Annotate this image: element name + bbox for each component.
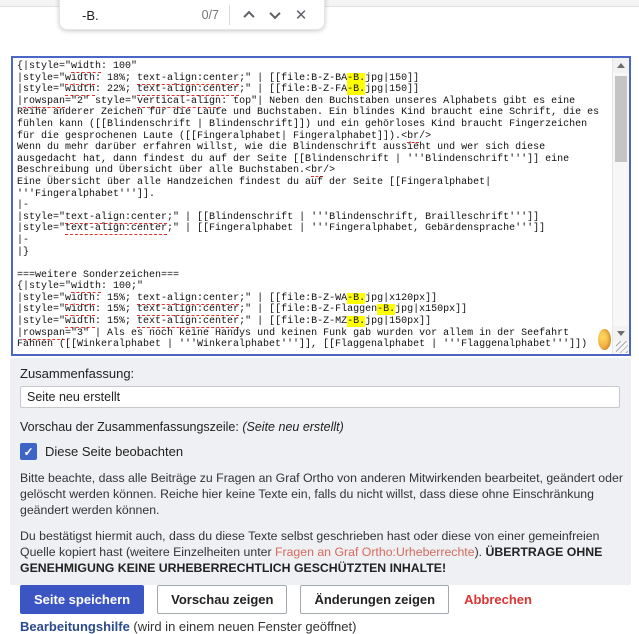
editor-scrollbar[interactable] xyxy=(612,58,629,354)
summary-preview-label: Vorschau der Zusammenfassungszeile: xyxy=(20,420,239,434)
summary-preview-text: (Seite neu erstellt) xyxy=(242,420,343,434)
scrollbar-up-button[interactable] xyxy=(613,58,629,73)
wikitext-editor-content[interactable]: {|style="width: 100"|style="width: 18%; … xyxy=(13,58,612,354)
summary-input[interactable] xyxy=(20,386,620,408)
chevron-up-icon xyxy=(243,11,254,22)
editing-help-link[interactable]: Bearbeitungshilfe xyxy=(20,619,130,634)
summary-label: Zusammenfassung: xyxy=(20,366,621,381)
find-query-input[interactable]: -B. xyxy=(82,8,202,23)
textarea-resize-grip[interactable] xyxy=(616,341,628,353)
orange-dot-indicator xyxy=(598,329,611,350)
chevron-down-icon xyxy=(269,8,280,19)
scrollbar-down-button[interactable] xyxy=(613,326,629,341)
watch-page-row: Diese Seite beobachten xyxy=(20,443,621,460)
scrollbar-thumb[interactable] xyxy=(615,76,627,162)
find-close-button[interactable]: ✕ xyxy=(288,2,314,28)
find-next-button[interactable] xyxy=(262,2,288,28)
scroll-up-icon xyxy=(617,63,625,68)
find-match-counter: 0/7 xyxy=(202,8,219,22)
watch-page-checkbox[interactable] xyxy=(20,443,37,460)
show-changes-button[interactable]: Änderungen zeigen xyxy=(300,585,449,614)
close-icon: ✕ xyxy=(295,8,308,23)
scroll-down-icon xyxy=(617,331,625,336)
editing-help-line: Bearbeitungshilfe (wird in einem neuen F… xyxy=(20,619,621,634)
find-previous-button[interactable] xyxy=(236,2,262,28)
action-button-row: Seite speichern Vorschau zeigen Änderung… xyxy=(20,585,621,614)
show-preview-button[interactable]: Vorschau zeigen xyxy=(157,585,287,614)
summary-preview: Vorschau der Zusammenfassungszeile: (Sei… xyxy=(20,420,621,434)
copyright-notice: Du bestätigst hiermit auch, dass du dies… xyxy=(20,528,624,576)
watch-page-label: Diese Seite beobachten xyxy=(45,444,183,459)
find-bar-divider xyxy=(229,5,230,25)
find-in-page-bar: -B. 0/7 ✕ xyxy=(59,0,325,30)
cancel-button[interactable]: Abbrechen xyxy=(462,586,534,613)
editing-help-suffix: (wird in einem neuen Fenster geöffnet) xyxy=(130,619,357,634)
edit-notice: Bitte beachte, dass alle Beiträge zu Fra… xyxy=(20,470,624,518)
copyright-link[interactable]: Fragen an Graf Ortho:Urheberrechte xyxy=(275,545,475,559)
save-page-button[interactable]: Seite speichern xyxy=(20,585,144,614)
copyright-text-mid: ). xyxy=(475,545,486,559)
wikitext-editor[interactable]: {|style="width: 100"|style="width: 18%; … xyxy=(12,57,630,355)
edit-footer-panel: Zusammenfassung: Vorschau der Zusammenfa… xyxy=(10,358,631,585)
